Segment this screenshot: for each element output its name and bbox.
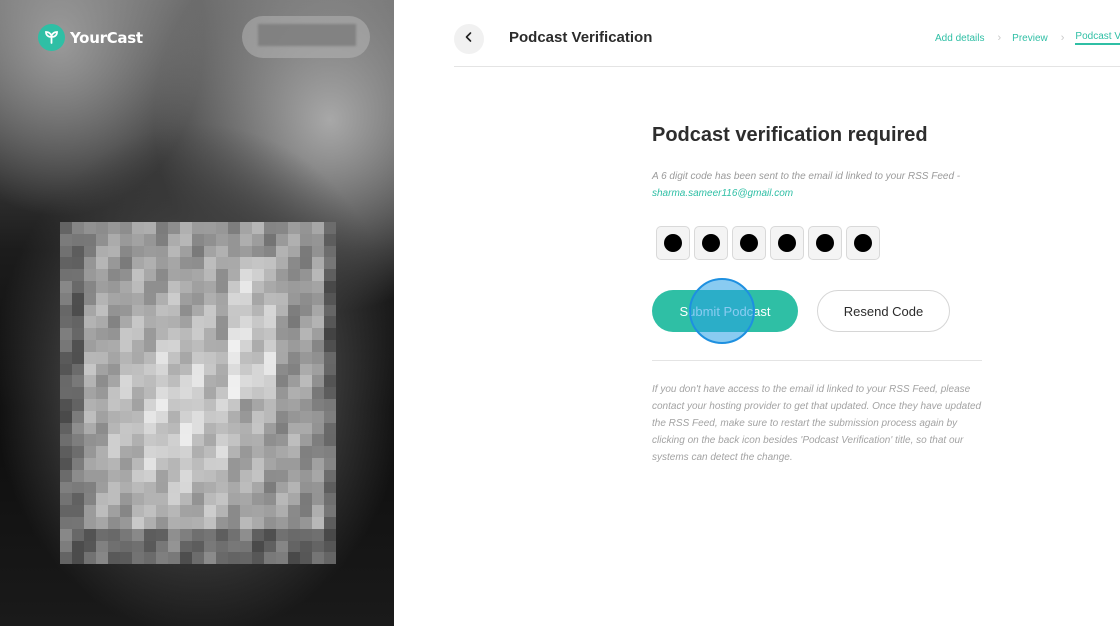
breadcrumb-preview[interactable]: Preview: [1012, 33, 1048, 44]
breadcrumb-add-details[interactable]: Add details: [935, 33, 984, 44]
code-digit-input[interactable]: [732, 226, 766, 260]
code-sent-message: A 6 digit code has been sent to the emai…: [652, 168, 982, 202]
page-title: Podcast Verification: [509, 29, 653, 46]
code-digit-input[interactable]: [846, 226, 880, 260]
code-sent-text: A 6 digit code has been sent to the emai…: [652, 171, 961, 182]
code-digit-input[interactable]: [656, 226, 690, 260]
resend-code-button[interactable]: Resend Code: [817, 290, 950, 332]
yourcast-logo-icon: [38, 24, 65, 51]
verification-title: Podcast verification required: [652, 124, 928, 146]
help-text: If you don't have access to the email id…: [652, 384, 982, 463]
code-digit-input[interactable]: [770, 226, 804, 260]
page: YourCast Podcast Verification Add detail…: [0, 0, 1120, 626]
masked-digit-dot: [854, 234, 872, 252]
verification-code-input: [656, 226, 982, 260]
masked-digit-dot: [664, 234, 682, 252]
podcast-cover-panel: YourCast: [0, 0, 394, 626]
code-digit-input[interactable]: [694, 226, 728, 260]
brand-name: YourCast: [70, 28, 143, 47]
brand[interactable]: YourCast: [38, 24, 143, 51]
verification-section: Podcast verification required A 6 digit …: [652, 120, 982, 466]
rss-email-address: sharma.sameer116@gmail.com: [652, 188, 794, 199]
account-menu-button[interactable]: [242, 16, 370, 58]
breadcrumb: Add details › Preview › Podcast V: [935, 31, 1120, 45]
divider: [652, 360, 982, 361]
breadcrumb-podcast-verification[interactable]: Podcast V: [1075, 31, 1120, 45]
chevron-right-icon: ›: [997, 32, 1002, 44]
chevron-right-icon: ›: [1060, 32, 1065, 44]
back-button[interactable]: [454, 24, 484, 54]
submit-podcast-button[interactable]: Submit Podcast: [652, 290, 798, 332]
page-header: Podcast Verification Add details › Previ…: [454, 14, 1120, 67]
code-digit-input[interactable]: [808, 226, 842, 260]
masked-digit-dot: [702, 234, 720, 252]
masked-digit-dot: [778, 234, 796, 252]
chevron-left-icon: [463, 30, 475, 48]
masked-digit-dot: [740, 234, 758, 252]
verification-actions: Submit Podcast Resend Code: [652, 278, 982, 344]
redacted-account-name: [258, 24, 356, 46]
masked-digit-dot: [816, 234, 834, 252]
pixelated-cover-image: [60, 222, 336, 565]
